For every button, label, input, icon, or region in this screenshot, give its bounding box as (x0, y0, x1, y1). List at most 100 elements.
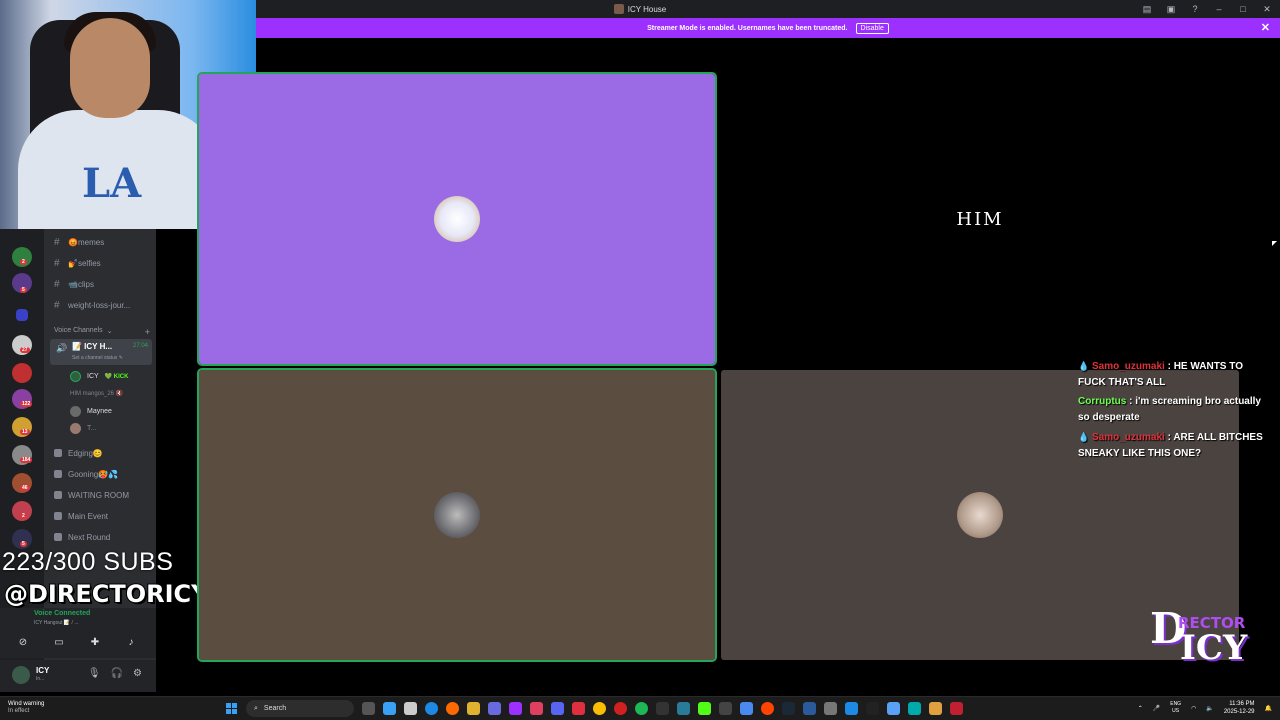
app-icon[interactable] (950, 702, 963, 715)
voice-member[interactable]: ICY 💚 KICK (70, 369, 128, 383)
obs-icon[interactable] (656, 702, 669, 715)
weather-widget[interactable]: Wind warning In effect (8, 701, 44, 715)
server-icon[interactable] (12, 363, 32, 383)
video-tile-him[interactable]: HIM (721, 74, 1239, 364)
disable-streamer-mode-button[interactable]: Disable (855, 22, 889, 34)
app-icon[interactable] (887, 702, 900, 715)
video-tile-maynee[interactable] (197, 368, 717, 662)
taskbar-search[interactable]: ⌕ Search (246, 700, 354, 717)
app-icon[interactable] (719, 702, 732, 715)
edge-icon[interactable] (425, 702, 438, 715)
mic-tray-icon[interactable]: 🎤 (1153, 705, 1160, 712)
inbox-icon[interactable]: ▤ (1140, 2, 1154, 16)
reddit-icon[interactable] (761, 702, 774, 715)
close-banner-icon[interactable]: ✕ (1261, 21, 1270, 34)
voice-channel[interactable]: WAITING ROOM (54, 488, 129, 502)
app-icon[interactable] (845, 702, 858, 715)
voice-connected-channel[interactable]: ICY Hangout 📝 / ... (34, 620, 79, 626)
copilot-icon[interactable] (383, 702, 396, 715)
twitch-icon[interactable] (509, 702, 522, 715)
active-voice-channel[interactable]: 🔊 📝 ICY H... 27:04 Set a channel status … (50, 339, 152, 365)
app-icon[interactable] (740, 702, 753, 715)
voice-channels-header[interactable]: Voice Channels ⌄ + (54, 327, 150, 337)
channel-selfies[interactable]: # 💅 selfies (54, 256, 101, 270)
firefox-icon[interactable] (446, 702, 459, 715)
voice-connected-panel: Voice Connected ICY Hangout 📝 / ... ⊘ ▭ … (0, 608, 156, 658)
app-icon[interactable] (488, 702, 501, 715)
voice-member[interactable]: HIM mangos_26 🔇 (70, 386, 123, 400)
avatar (434, 196, 480, 242)
microphone-icon[interactable]: 🎙 (88, 668, 101, 679)
spotify-icon[interactable] (635, 702, 648, 715)
channel-clips[interactable]: # 📹 clips (54, 277, 94, 291)
start-icon[interactable] (226, 703, 237, 714)
voice-channel[interactable]: Edging😊 (54, 446, 103, 460)
avatar[interactable] (12, 666, 30, 684)
file-explorer-icon[interactable] (467, 702, 480, 715)
app-icon[interactable] (530, 702, 543, 715)
kick-icon[interactable] (698, 702, 711, 715)
add-channel-icon[interactable]: + (145, 327, 150, 337)
notification-bell-icon[interactable]: 🔔 (1265, 705, 1272, 712)
volume-icon[interactable]: 🔈 (1206, 705, 1213, 712)
wifi-icon[interactable]: ◠ (1191, 705, 1196, 712)
video-off-icon[interactable]: ⊘ (16, 636, 30, 648)
channel-label: clips (77, 279, 94, 289)
server-badge: 2 (20, 259, 27, 265)
voice-controls: ⊘ ▭ ✚ ♪ (16, 636, 138, 648)
subs-counter: 223/300 SUBS (2, 548, 174, 576)
hash-icon: # (54, 257, 60, 269)
app-icon[interactable] (908, 702, 921, 715)
voice-channel[interactable]: Next Round (54, 530, 110, 544)
close-window-icon[interactable]: ✕ (1260, 2, 1274, 16)
chat-username: Samo_uzumaki (1092, 432, 1165, 443)
steam-icon[interactable] (782, 702, 795, 715)
app-icon[interactable] (572, 702, 585, 715)
discord-icon[interactable] (551, 702, 564, 715)
activities-icon[interactable]: ✚ (88, 636, 102, 648)
voice-channels-label: Voice Channels (54, 327, 103, 334)
server-badge: 122 (20, 401, 33, 407)
voice-channel[interactable]: Gooning🥵💦 (54, 467, 118, 481)
banner-text: Streamer Mode is enabled. Usernames have… (647, 24, 848, 32)
speaker-icon (54, 533, 62, 541)
voice-timer: 27:04 (132, 343, 148, 349)
app-icon[interactable] (803, 702, 816, 715)
speaker-icon (54, 491, 62, 499)
language-indicator[interactable]: ENG US (1170, 701, 1181, 715)
screen-share-icon[interactable]: ▣ (1164, 2, 1178, 16)
member-name: HIM mangos_26 🔇 (70, 390, 124, 397)
chevron-up-icon[interactable]: ⌃ (1138, 705, 1143, 712)
x-icon[interactable] (866, 702, 879, 715)
opera-icon[interactable] (614, 702, 627, 715)
app-icon[interactable] (929, 702, 942, 715)
screen-share-icon[interactable]: ▭ (52, 636, 66, 648)
app-icon[interactable] (824, 702, 837, 715)
hash-icon: # (54, 278, 60, 290)
headphones-icon[interactable]: 🎧 (111, 668, 123, 679)
channel-status[interactable]: Set a channel status ✎ (72, 355, 123, 361)
clock[interactable]: 11:36 PM 2025-12-29 (1224, 700, 1255, 716)
voice-member[interactable]: Maynee (70, 404, 112, 418)
app-icon[interactable] (677, 702, 690, 715)
minimize-icon[interactable]: – (1212, 2, 1226, 16)
voice-channel-label: Main Event (68, 511, 109, 521)
settings-app-icon[interactable] (404, 702, 417, 715)
chrome-icon[interactable] (593, 702, 606, 715)
maximize-icon[interactable]: □ (1236, 2, 1250, 16)
folder-icon[interactable] (16, 309, 28, 321)
channel-memes[interactable]: # 😡 memes (54, 235, 104, 249)
voice-connected-status[interactable]: Voice Connected (34, 610, 90, 617)
help-icon[interactable]: ? (1188, 2, 1202, 16)
channel-label: memes (77, 237, 105, 247)
voice-member[interactable]: T... (70, 421, 96, 435)
video-tile-icy[interactable] (197, 72, 717, 366)
voice-channel-label: Next Round (68, 532, 111, 542)
soundboard-icon[interactable]: ♪ (124, 636, 138, 648)
taskbar: Wind warning In effect ⌕ Search ⌃ 🎤 ENG … (0, 696, 1280, 720)
task-view-icon[interactable] (362, 702, 375, 715)
voice-channel[interactable]: Main Event (54, 509, 108, 523)
gear-icon[interactable]: ⚙ (133, 668, 142, 679)
la-logo: LA (82, 160, 142, 207)
channel-weight-loss[interactable]: # weight-loss-jour... (54, 298, 130, 312)
